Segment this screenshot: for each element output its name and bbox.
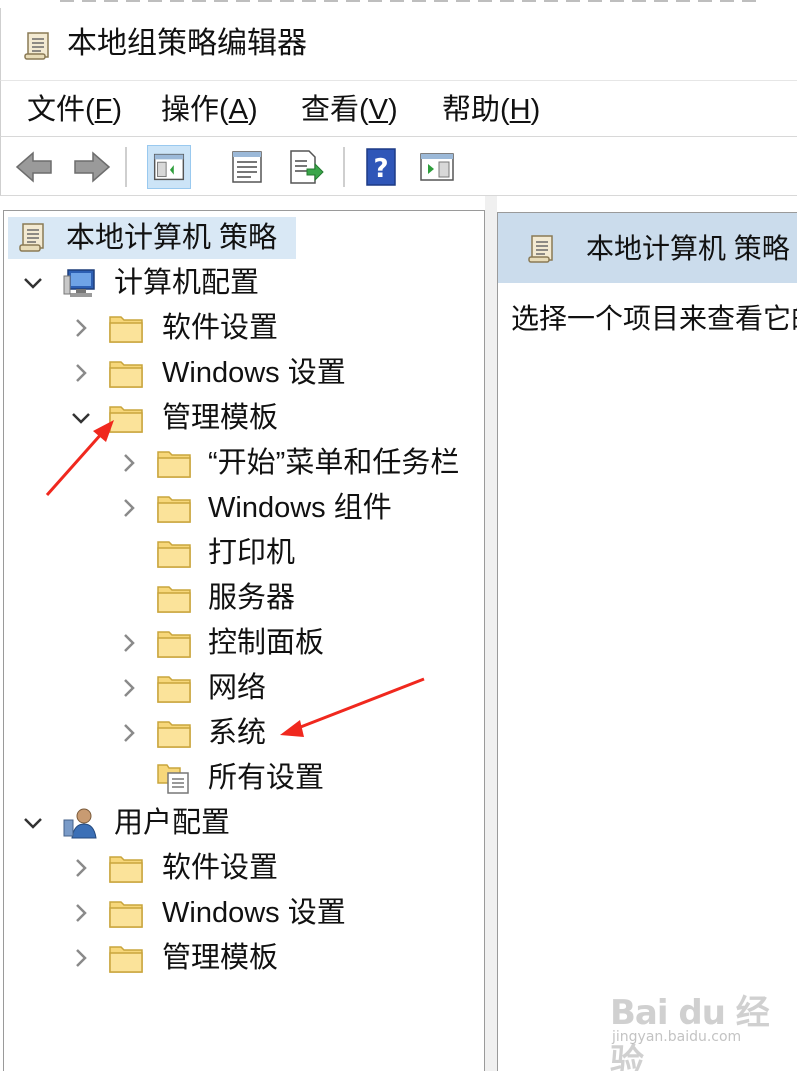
folder-icon <box>157 451 191 478</box>
watermark-url: jingyan.baidu.com <box>612 1029 742 1045</box>
chevron-right-icon[interactable] <box>68 855 94 881</box>
menu-bar: 文件(F) 操作(A) 查看(V) 帮助(H) <box>0 80 797 136</box>
tree-label: 本地计算机 策略 <box>66 222 278 254</box>
chevron-right-icon[interactable] <box>68 315 94 341</box>
details-header-title: 本地计算机 策略 <box>586 233 790 264</box>
all-settings-icon <box>157 764 189 794</box>
folder-icon <box>157 496 191 523</box>
policy-scroll-icon <box>528 235 553 263</box>
group-policy-editor-window: 本地组策略编辑器 文件(F) 操作(A) 查看(V) 帮助(H) ? 本地计算机… <box>0 0 797 1071</box>
show-hide-console-tree-icon[interactable] <box>147 145 191 189</box>
folder-icon <box>109 856 143 883</box>
window-title: 本地组策略编辑器 <box>67 27 307 60</box>
toolbar-separator <box>343 147 345 187</box>
tree-node-start-menu-taskbar[interactable]: “开始”菜单和任务栏 <box>4 442 484 484</box>
menu-help[interactable]: 帮助(H) <box>442 91 540 129</box>
details-description: 选择一个项目来查看它的描述。 <box>511 303 797 334</box>
tree-label: 网络 <box>208 672 267 704</box>
tree-label: 控制面板 <box>208 627 325 659</box>
tree-node-system[interactable]: 系统 <box>4 712 484 754</box>
details-header: 本地计算机 策略 <box>498 213 797 283</box>
folder-icon <box>109 946 143 973</box>
chevron-right-icon[interactable] <box>116 630 142 656</box>
export-list-icon[interactable] <box>283 145 327 189</box>
tree-label: 软件设置 <box>162 312 279 344</box>
tree-node-uc-software-settings[interactable]: 软件设置 <box>4 847 484 889</box>
properties-icon[interactable] <box>225 145 269 189</box>
user-icon <box>63 808 97 839</box>
tree-label: 所有设置 <box>208 762 325 794</box>
forward-icon[interactable] <box>69 145 113 189</box>
folder-icon <box>109 901 143 928</box>
baidu-watermark: Bai du 经验 jingyan.baidu.com <box>580 985 780 1071</box>
tree-node-control-panel[interactable]: 控制面板 <box>4 622 484 664</box>
tree-label: 服务器 <box>208 582 296 614</box>
pane-splitter[interactable] <box>485 196 497 1071</box>
tree-label: 计算机配置 <box>114 267 260 299</box>
menu-file[interactable]: 文件(F) <box>27 91 122 129</box>
chevron-right-icon[interactable] <box>68 360 94 386</box>
chevron-right-icon[interactable] <box>116 720 142 746</box>
tree-node-printers[interactable]: 打印机 <box>4 532 484 574</box>
tree-node-network[interactable]: 网络 <box>4 667 484 709</box>
folder-icon <box>157 676 191 703</box>
back-icon[interactable] <box>13 145 57 189</box>
help-icon[interactable]: ? <box>359 145 403 189</box>
folder-icon <box>157 586 191 613</box>
toolbar-separator <box>125 147 127 187</box>
policy-scroll-icon <box>24 32 49 60</box>
menu-action[interactable]: 操作(A) <box>161 91 258 129</box>
chevron-down-icon[interactable] <box>68 405 94 431</box>
folder-icon <box>157 721 191 748</box>
computer-icon <box>63 269 95 297</box>
chevron-right-icon[interactable] <box>116 675 142 701</box>
folder-icon <box>109 406 143 433</box>
show-hide-action-pane-icon[interactable] <box>415 145 459 189</box>
folder-icon <box>109 316 143 343</box>
tree-node-cc-software-settings[interactable]: 软件设置 <box>4 307 484 349</box>
tree-node-computer-configuration[interactable]: 计算机配置 <box>4 262 484 304</box>
tree-label: Windows 设置 <box>162 357 346 389</box>
tree-node-user-configuration[interactable]: 用户配置 <box>4 802 484 844</box>
chevron-right-icon[interactable] <box>68 945 94 971</box>
tree-label: Windows 组件 <box>208 492 392 524</box>
chevron-right-icon[interactable] <box>116 495 142 521</box>
chevron-down-icon[interactable] <box>20 270 46 296</box>
tree-node-cc-windows-settings[interactable]: Windows 设置 <box>4 352 484 394</box>
tree-label: 软件设置 <box>162 852 279 884</box>
watermark-logo: Bai du 经验 <box>610 993 770 1071</box>
console-tree[interactable]: 本地计算机 策略 计算机配置 软件设置 Windows 设置 管理模板 “开始”… <box>3 210 485 1071</box>
folder-icon <box>157 631 191 658</box>
tree-label: “开始”菜单和任务栏 <box>208 447 460 479</box>
toolbar: ? <box>0 136 797 196</box>
tree-node-windows-components[interactable]: Windows 组件 <box>4 487 484 529</box>
tree-node-uc-administrative-templates[interactable]: 管理模板 <box>4 937 484 979</box>
chevron-right-icon[interactable] <box>116 450 142 476</box>
tree-node-cc-administrative-templates[interactable]: 管理模板 <box>4 397 484 439</box>
tree-node-uc-windows-settings[interactable]: Windows 设置 <box>4 892 484 934</box>
folder-icon <box>157 541 191 568</box>
tree-node-local-computer-policy[interactable]: 本地计算机 策略 <box>8 217 296 259</box>
tree-label: 系统 <box>208 717 267 749</box>
tree-node-servers[interactable]: 服务器 <box>4 577 484 619</box>
tree-label: Windows 设置 <box>162 897 346 929</box>
details-pane: 本地计算机 策略 选择一个项目来查看它的描述。 <box>497 212 797 1071</box>
tree-label: 管理模板 <box>162 942 279 974</box>
folder-icon <box>109 361 143 388</box>
tree-label: 打印机 <box>208 537 296 569</box>
policy-scroll-icon <box>19 223 44 252</box>
tree-label: 用户配置 <box>114 807 231 839</box>
chevron-down-icon[interactable] <box>20 810 46 836</box>
tree-node-all-settings[interactable]: 所有设置 <box>4 757 484 799</box>
tree-label: 管理模板 <box>162 402 279 434</box>
title-bar: 本地组策略编辑器 <box>0 8 797 80</box>
chevron-right-icon[interactable] <box>68 900 94 926</box>
cropped-top-strip <box>0 0 797 8</box>
menu-view[interactable]: 查看(V) <box>301 91 398 129</box>
svg-text:?: ? <box>373 154 388 184</box>
